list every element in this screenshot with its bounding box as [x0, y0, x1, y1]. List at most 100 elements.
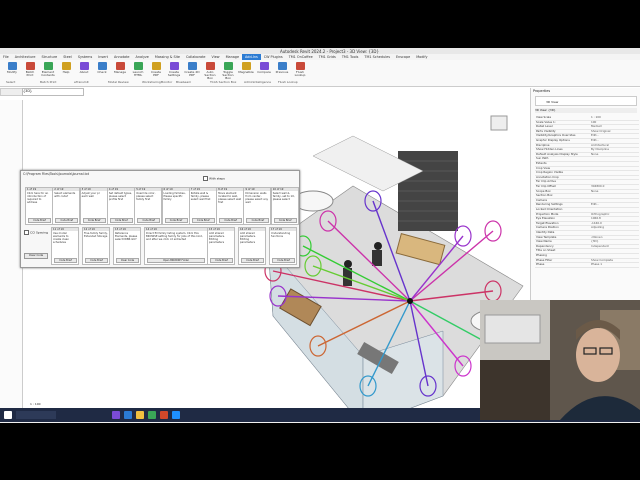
create-2d-pdf-button[interactable]: Create 2D PDF — [184, 62, 200, 80]
chrome-icon[interactable] — [160, 411, 168, 419]
dialog-title: C:\Program Files\Tools\Journals\Journal.… — [23, 172, 90, 176]
element-contents-icon — [43, 62, 53, 70]
ribbon: Modify Batch Print Element Contents Help Abo… — [0, 60, 640, 87]
ribbon-button-label: About — [79, 70, 89, 74]
search-box[interactable] — [16, 411, 56, 419]
ribbon-button-label: Manage — [114, 70, 126, 74]
previous-button[interactable]: Previous — [274, 62, 290, 80]
step-card: 15 of 19 Add shared parameters. Editing p… — [207, 227, 235, 265]
step-card: 11 of 19 Use model elements to create cle… — [51, 227, 79, 265]
property-value: Phase 1 — [591, 262, 603, 267]
clear-code-button[interactable]: Clear Code — [24, 253, 48, 259]
person-2 — [374, 242, 382, 250]
ribbon-button-label: Previous — [275, 70, 289, 74]
check-icon — [97, 62, 107, 70]
properties-header: Properties — [533, 89, 551, 93]
ribbon-button-label: Flush Lookup — [294, 70, 306, 78]
code-brief-button[interactable]: Code Brief — [210, 257, 233, 263]
plugin-dialog[interactable]: C:\Program Files\Tools\Journals\Journal.… — [20, 170, 300, 268]
step-description: Direct fill family listing system. Click… — [146, 232, 203, 242]
code-brief-button[interactable]: Code Brief — [55, 217, 79, 223]
compare-icon — [259, 62, 269, 70]
code-brief-button[interactable]: Code Brief — [137, 217, 161, 223]
step-description: Select elements with code? — [54, 192, 76, 199]
property-value: Independent — [591, 243, 609, 248]
excel-icon[interactable] — [148, 411, 156, 419]
outlook-icon[interactable] — [124, 411, 132, 419]
launch-html-button[interactable]: Launch HTML — [130, 62, 146, 80]
code-brief-button[interactable]: Clear Code — [116, 257, 139, 263]
manage-button[interactable]: Manage — [112, 62, 128, 80]
step-card: 6 of 19 Loading families, Please specific… — [161, 187, 190, 225]
step-card: 2 of 19 Select elements with code? Code Br… — [52, 187, 81, 225]
magnetize-button[interactable]: Magnetize — [238, 62, 254, 80]
element-contents-button[interactable]: Element Contents — [40, 62, 56, 80]
help-icon — [61, 62, 71, 70]
ribbon-button-label: Batch Print — [25, 70, 35, 78]
step-description: Reference Elements, please select IWBR G… — [115, 232, 138, 242]
view-tab[interactable]: {3D} — [22, 88, 84, 96]
modify-button[interactable]: Modify — [4, 62, 20, 80]
ribbon-button-label: Element Contents — [41, 70, 55, 78]
presenter-video — [480, 300, 640, 420]
instance-selector[interactable]: 3D View: {3D} — [535, 108, 637, 113]
step-card: 12 of 19 Fine-family family, Extended Sto… — [82, 227, 110, 265]
step-description: Add shared parameters. Editing parameter… — [240, 232, 256, 245]
start-icon[interactable] — [4, 411, 12, 419]
compare-button[interactable]: Compare — [256, 62, 272, 80]
step-card: 8 of 19 Move element located to wall, ple… — [216, 187, 245, 225]
code-brief-button[interactable]: Code Brief — [273, 217, 297, 223]
observer-point — [407, 298, 413, 304]
ribbon-group-label: Select — [6, 80, 16, 84]
step-card: 10 of 19 Select wall & family, set to 10,… — [270, 187, 299, 225]
ribbon-button-label: Help — [62, 70, 70, 74]
batch-print-button[interactable]: Batch Print — [22, 62, 38, 80]
ribbon-group-label: WorksharingMonitor — [142, 80, 173, 84]
auto-section-box-button[interactable]: Auto Section Box — [202, 62, 218, 80]
toggle-section-box-button[interactable]: Toggle Section Box — [220, 62, 236, 80]
code-brief-button[interactable]: Code Brief — [85, 257, 108, 263]
create-pdf-button[interactable]: Create PDF — [148, 62, 164, 80]
code-brief-button[interactable]: Code Brief — [109, 217, 133, 223]
code-brief-button[interactable]: Code Brief — [272, 257, 295, 263]
code-brief-button[interactable]: Code Brief — [28, 217, 51, 223]
property-row[interactable]: Phase Phase 1 — [535, 263, 639, 268]
step-description: Override color, please select family fir… — [136, 192, 156, 202]
step-description: Rotate wall & family, please select wall… — [190, 192, 211, 202]
explorer-icon[interactable] — [136, 411, 144, 419]
ribbon-group-label: AdminIntelligence — [244, 80, 272, 84]
flush-lookup-button[interactable]: Flush Lookup — [292, 62, 308, 80]
code-brief-button[interactable]: Code Brief — [191, 217, 215, 223]
create-settings-button[interactable]: Create Settings — [166, 62, 182, 80]
step-description: Add shared parameters. Editing parameter… — [209, 232, 225, 245]
ribbon-group-label: TCAS Section Box — [210, 80, 237, 84]
step-description: Loading families, Please specific family — [163, 192, 186, 202]
person-2-body — [372, 250, 382, 266]
code-brief-button[interactable]: Code Brief — [241, 257, 264, 263]
revit-icon[interactable] — [172, 411, 180, 419]
code-brief-button[interactable]: Code Brief — [164, 217, 188, 223]
cci-spacing-checkbox[interactable]: CCI Spacing — [24, 230, 48, 235]
code-brief-button[interactable]: Code Brief — [246, 217, 270, 223]
create-2d-pdf-icon — [187, 62, 197, 70]
step-card: 3 of 19 Adjust your pl each wall Code Brie… — [79, 187, 108, 225]
code-brief-button[interactable]: Code Brief — [54, 257, 77, 263]
step-card: 7 of 19 Rotate wall & family, please sele… — [188, 187, 217, 225]
code-brief-button[interactable]: Code Brief — [82, 217, 106, 223]
check-button[interactable]: Check — [94, 62, 110, 80]
type-selector[interactable]: 3D View — [535, 96, 637, 106]
about-icon — [79, 62, 89, 70]
code-brief-button[interactable]: Code Brief — [219, 217, 243, 223]
step-description: Understanding functions — [271, 232, 291, 239]
step-description: Adjust your pl each wall — [81, 192, 100, 199]
code-brief-button[interactable]: Open BROWSE Folder — [147, 257, 205, 263]
ribbon-group-label: eTransmit — [74, 80, 89, 84]
step-card: 13 of 19 Reference Elements, please selec… — [113, 227, 141, 265]
batch-print-icon — [25, 62, 35, 70]
vs-icon[interactable] — [112, 411, 120, 419]
ribbon-group-label: Flush Lookup — [278, 80, 298, 84]
with-steps-checkbox[interactable]: With steps — [203, 176, 225, 181]
scale-readout[interactable]: 1 : 100 — [30, 402, 41, 406]
help-button[interactable]: Help — [58, 62, 74, 80]
about-button[interactable]: About — [76, 62, 92, 80]
